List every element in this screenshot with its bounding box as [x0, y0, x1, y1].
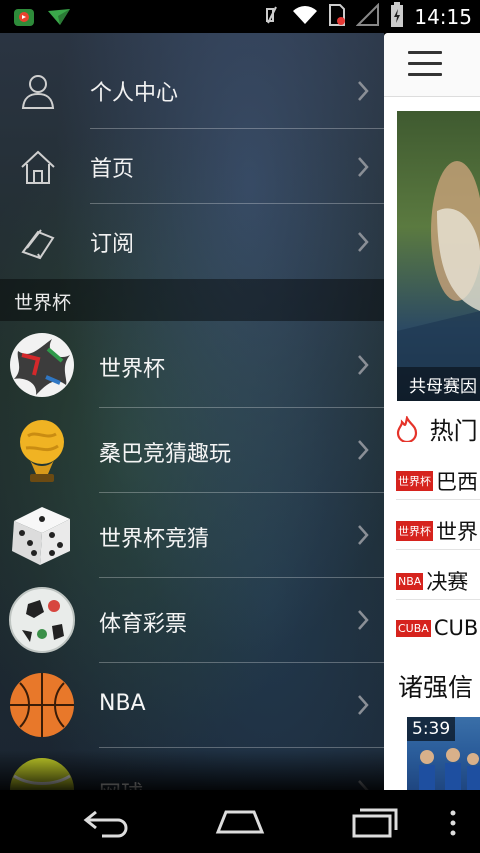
drawer-top-menu: 个人中心 首页 订阅 [0, 33, 384, 279]
drawer-item-label: 首页 [90, 157, 135, 182]
chevron-right-icon [356, 79, 370, 103]
news-tag: NBA [396, 572, 424, 590]
home-button[interactable] [214, 804, 266, 844]
hot-label: 热门 [429, 417, 478, 445]
drawer-item-profile[interactable]: 个人中心 [0, 53, 384, 128]
soccer-ball-icon [8, 331, 76, 399]
news-tag: 世界杯 [396, 471, 433, 491]
drawer-item-label: NBA [99, 691, 146, 716]
download-icon [46, 7, 72, 31]
status-bar: 14:15 [0, 0, 480, 33]
news-title: 巴西 [436, 470, 478, 494]
section-subhead: 诸强信 [398, 673, 474, 702]
hero-image [397, 161, 480, 401]
mute-icon [262, 3, 282, 31]
drawer-item-worldcup-quiz[interactable]: 世界杯竞猜 [0, 493, 384, 578]
news-item[interactable]: 世界杯 巴西 [396, 466, 480, 500]
home-icon [18, 147, 58, 187]
status-time: 14:15 [414, 5, 472, 29]
drawer-item-nba[interactable]: NBA [0, 663, 384, 748]
news-tag: 世界杯 [396, 521, 433, 541]
news-item[interactable]: 世界杯 世界 [396, 516, 480, 550]
battery-icon [390, 2, 404, 32]
chevron-right-icon [356, 608, 370, 632]
chevron-right-icon [356, 523, 370, 547]
book-icon [18, 222, 58, 262]
news-tag: CUBA [396, 619, 431, 637]
video-thumbnail[interactable]: 5:39 [407, 717, 480, 790]
chevron-right-icon [356, 155, 370, 179]
chevron-right-icon [356, 438, 370, 462]
main-toolbar [384, 33, 480, 97]
drawer-item-label: 桑巴竞猜趣玩 [99, 442, 232, 467]
drawer-bottom-fade [0, 750, 384, 790]
dice-icon [8, 501, 76, 569]
hero-caption-text: 共母赛因 [409, 377, 477, 397]
navigation-drawer: 个人中心 首页 订阅 世界杯 世界杯 桑巴竞猜趣玩 世界杯竞猜 体育彩票 NBA [0, 33, 384, 790]
user-icon [18, 71, 58, 111]
drawer-item-sports-lottery[interactable]: 体育彩票 [0, 578, 384, 663]
drawer-item-home[interactable]: 首页 [0, 129, 384, 204]
chevron-right-icon [356, 230, 370, 254]
trophy-icon [8, 416, 76, 484]
news-title: 决赛 [426, 570, 469, 594]
menu-icon[interactable] [408, 51, 442, 77]
flame-icon [396, 414, 426, 445]
drawer-item-label: 体育彩票 [99, 612, 188, 637]
recent-apps-button[interactable] [350, 804, 400, 844]
back-button[interactable] [82, 804, 132, 844]
hero-caption: 共母赛因 [397, 367, 480, 401]
overflow-menu-icon[interactable] [448, 810, 458, 840]
drawer-item-worldcup[interactable]: 世界杯 [0, 323, 384, 408]
drawer-item-label: 订阅 [90, 232, 135, 257]
drawer-item-label: 世界杯竞猜 [99, 527, 210, 552]
news-item[interactable]: CUBA CUB [396, 616, 480, 650]
lottery-ball-icon [8, 586, 76, 654]
news-title: 世界 [436, 520, 478, 544]
hot-section-title: 热门 [396, 411, 478, 446]
video-duration: 5:39 [407, 717, 456, 741]
no-sim-icon [328, 3, 346, 31]
wifi-icon [292, 4, 318, 30]
chevron-right-icon [356, 353, 370, 377]
news-title: CUB [433, 616, 479, 640]
chevron-right-icon [356, 693, 370, 717]
drawer-item-label: 世界杯 [99, 357, 166, 382]
signal-icon [355, 2, 380, 31]
main-content: 共母赛因 热门 世界杯 巴西 世界杯 世界 NBA 决赛 CUBA CUB 诸强信 5:… [384, 33, 480, 790]
news-item[interactable]: NBA 决赛 [396, 566, 480, 600]
drawer-item-samba-quiz[interactable]: 桑巴竞猜趣玩 [0, 408, 384, 493]
section-title: 世界杯 [14, 292, 72, 314]
navigation-bar [0, 790, 480, 853]
app-notification-icon [12, 5, 36, 33]
drawer-item-label: 个人中心 [90, 81, 179, 106]
hero-banner[interactable]: 共母赛因 [397, 111, 480, 401]
section-header: 世界杯 [0, 279, 384, 321]
drawer-item-subscribe[interactable]: 订阅 [0, 204, 384, 279]
basketball-icon [8, 671, 76, 739]
